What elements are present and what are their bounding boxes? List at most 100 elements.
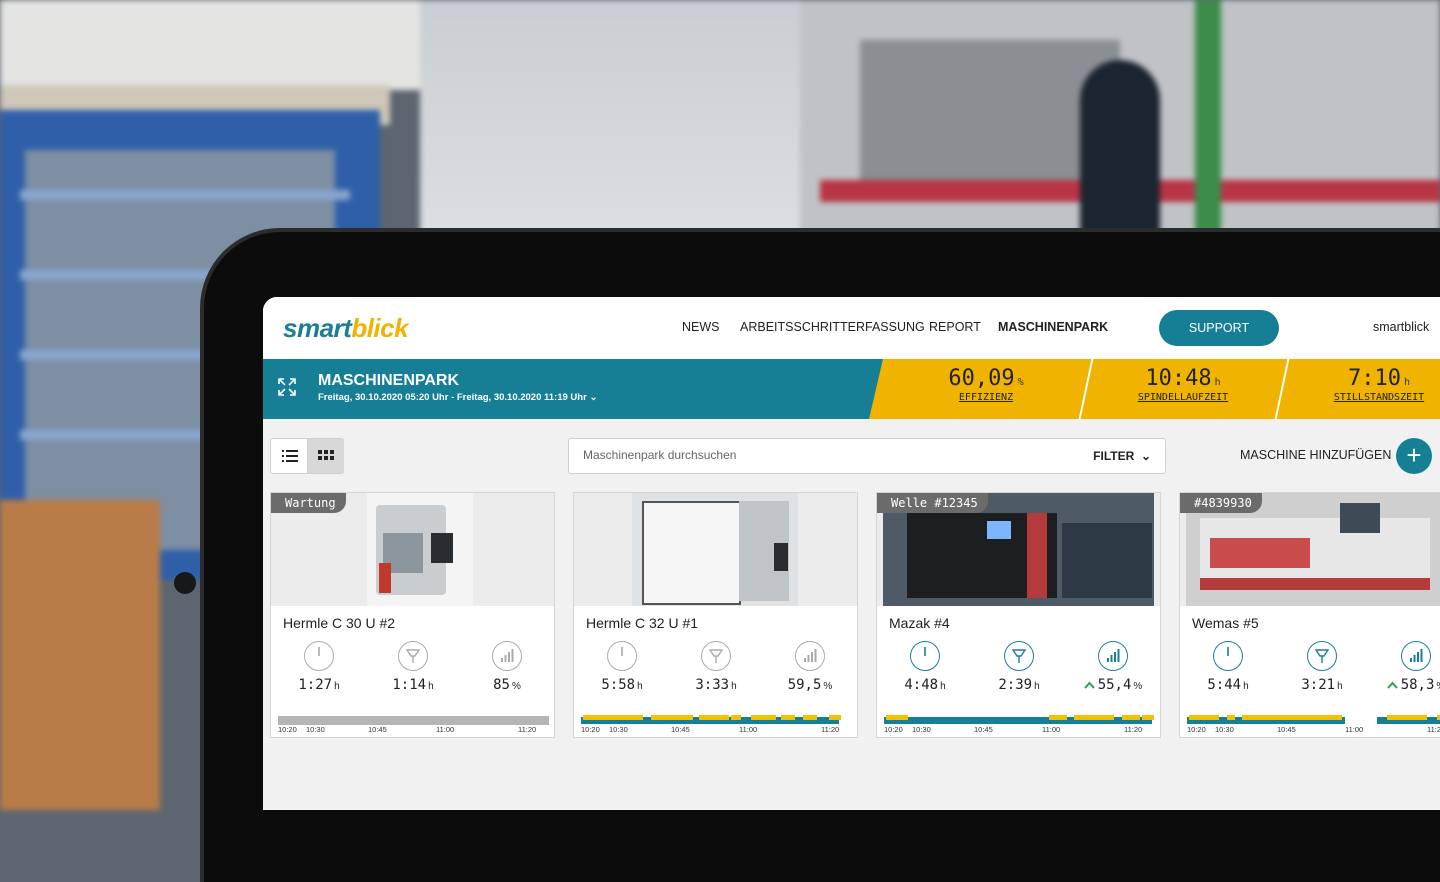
- chevron-down-icon: ⌄: [1140, 449, 1151, 463]
- metric-runtime: 5:44 h: [1183, 641, 1273, 693]
- metric-efficiency: 85%: [462, 641, 552, 693]
- timeline-tick: 10:20: [581, 725, 600, 734]
- spindle-icon: [701, 641, 731, 671]
- nav-news[interactable]: NEWS: [682, 320, 720, 334]
- metric-runtime: 4:48 h: [880, 641, 970, 693]
- timeline-stripe: [781, 715, 795, 720]
- filter-dropdown[interactable]: FILTER ⌄: [1093, 449, 1151, 463]
- timeline-tick: 10:45: [974, 725, 993, 734]
- search-bar: FILTER ⌄: [568, 438, 1166, 474]
- support-button[interactable]: SUPPORT: [1159, 310, 1279, 346]
- timeline-stripe: [651, 715, 693, 720]
- machine-timeline[interactable]: [278, 715, 549, 725]
- machine-tag: #4839930: [1180, 493, 1262, 513]
- title-panel: MASCHINENPARK Freitag, 30.10.2020 05:20 …: [263, 359, 883, 419]
- timeline-tick: 10:45: [368, 725, 387, 734]
- power-icon: [910, 641, 940, 671]
- metric-spindle: 2:39 h: [974, 641, 1064, 693]
- spindle-icon: [1004, 641, 1034, 671]
- date-range-selector[interactable]: Freitag, 30.10.2020 05:20 Uhr - Freitag,…: [318, 392, 597, 403]
- trend-up-icon: [1386, 677, 1398, 693]
- kpi-efficiency: 60,09% EFFIZIENZ: [948, 366, 1024, 403]
- kpi-downtime: 7:10 h STILLSTANDSZEIT: [1333, 366, 1425, 403]
- trend-up-icon: [1083, 677, 1095, 693]
- timeline-tick: 11:00: [739, 725, 758, 734]
- timeline-tick: 11:00: [1345, 725, 1364, 734]
- timeline-tick: 10:30: [609, 725, 628, 734]
- grid-view-button[interactable]: [307, 439, 344, 473]
- app-screen: smartblick NEWS ARBEITSSCHRITTERFASSUNG …: [263, 297, 1440, 810]
- machine-name: Wemas #5: [1192, 615, 1259, 631]
- metric-spindle: 3:33 h: [671, 641, 761, 693]
- timeline-axis: 10:20 10:30 10:45 11:00 11:20: [884, 725, 1159, 735]
- timeline-tick: 10:45: [671, 725, 690, 734]
- nav-arbeitsschritterfassung[interactable]: ARBEITSSCHRITTERFASSUNG: [740, 320, 925, 334]
- page-title: MASCHINENPARK: [318, 372, 460, 389]
- bar-chart-icon: [1401, 641, 1431, 671]
- timeline-stripe: [886, 715, 908, 720]
- metric-efficiency: 58,3%: [1371, 641, 1440, 693]
- view-toggle: [270, 438, 344, 474]
- timeline-tick: 10:20: [278, 725, 297, 734]
- machine-timeline[interactable]: [581, 715, 852, 724]
- add-machine-label[interactable]: MASCHINE HINZUFÜGEN: [1240, 448, 1391, 462]
- timeline-tick: 11:20: [821, 725, 840, 734]
- timeline-stripe: [731, 715, 741, 720]
- timeline-base: [278, 716, 549, 725]
- machine-card[interactable]: #4839930 Wemas #5 5:44h 3:21h 58,3%: [1179, 492, 1440, 738]
- machine-name: Mazak #4: [889, 615, 950, 631]
- add-machine-button[interactable]: +: [1396, 438, 1432, 474]
- timeline-tick: 11:20: [1427, 725, 1440, 734]
- timeline-tick: 10:20: [1187, 725, 1206, 734]
- spindle-icon: [1307, 641, 1337, 671]
- machine-tag: Welle #12345: [877, 493, 988, 513]
- header-band: MASCHINENPARK Freitag, 30.10.2020 05:20 …: [263, 359, 1440, 419]
- timeline-stripe: [829, 715, 841, 720]
- timeline-stripe: [583, 715, 643, 720]
- timeline-tick: 11:00: [1042, 725, 1061, 734]
- timeline-tick: 10:30: [912, 725, 931, 734]
- machine-card[interactable]: Hermle C 32 U #1 5:58 h 3:33 h 59,5% 10:…: [573, 492, 858, 738]
- timeline-stripe: [1074, 715, 1114, 720]
- timeline-tick: 11:20: [1124, 725, 1143, 734]
- machine-tag: Wartung: [271, 493, 346, 513]
- machine-card[interactable]: Welle #12345 Mazak #4 4:48 h 2:39 h 55,4%: [876, 492, 1161, 738]
- timeline-stripe: [1387, 715, 1427, 720]
- list-view-button[interactable]: [271, 439, 307, 473]
- timeline-stripe: [1049, 715, 1067, 720]
- expand-icon[interactable]: [277, 377, 297, 397]
- nav-maschinenpark[interactable]: MASCHINENPARK: [998, 320, 1108, 334]
- user-menu[interactable]: smartblick: [1373, 320, 1429, 334]
- machine-timeline[interactable]: [1187, 715, 1440, 724]
- timeline-stripe: [1242, 715, 1342, 720]
- bar-chart-icon: [492, 641, 522, 671]
- power-icon: [1213, 641, 1243, 671]
- chevron-down-icon: ⌄: [589, 392, 598, 403]
- timeline-stripe: [1227, 715, 1235, 720]
- machine-card[interactable]: Wartung Hermle C 30 U #2 1:27 h 1:14 h 85%: [270, 492, 555, 738]
- logo[interactable]: smartblick: [283, 313, 409, 344]
- timeline-tick: 11:00: [436, 725, 455, 734]
- machine-timeline[interactable]: [884, 715, 1155, 724]
- metric-runtime: 5:58 h: [577, 641, 667, 693]
- metric-efficiency: 59,5%: [765, 641, 855, 693]
- navbar: smartblick NEWS ARBEITSSCHRITTERFASSUNG …: [263, 297, 1440, 359]
- kpi-spindle-time: 10:48 h SPINDELLAUFZEIT: [1137, 366, 1229, 403]
- camera: [174, 572, 196, 594]
- timeline-tick: 10:45: [1277, 725, 1296, 734]
- metric-spindle: 1:14 h: [368, 641, 458, 693]
- bar-chart-icon: [795, 641, 825, 671]
- timeline-stripe: [1189, 715, 1219, 720]
- timeline-tick: 10:30: [1215, 725, 1234, 734]
- timeline-tick: 11:20: [518, 725, 537, 734]
- power-icon: [304, 641, 334, 671]
- metric-efficiency: 55,4%: [1068, 641, 1158, 693]
- search-input[interactable]: [581, 447, 1065, 463]
- metric-runtime: 1:27 h: [274, 641, 364, 693]
- timeline-stripe: [751, 715, 776, 720]
- nav-report[interactable]: REPORT: [929, 320, 981, 334]
- timeline-axis: 10:20 10:30 10:45 11:00 11:20: [1187, 725, 1440, 735]
- timeline-stripe: [699, 715, 729, 720]
- bar-chart-icon: [1098, 641, 1128, 671]
- machine-photo: [574, 493, 857, 606]
